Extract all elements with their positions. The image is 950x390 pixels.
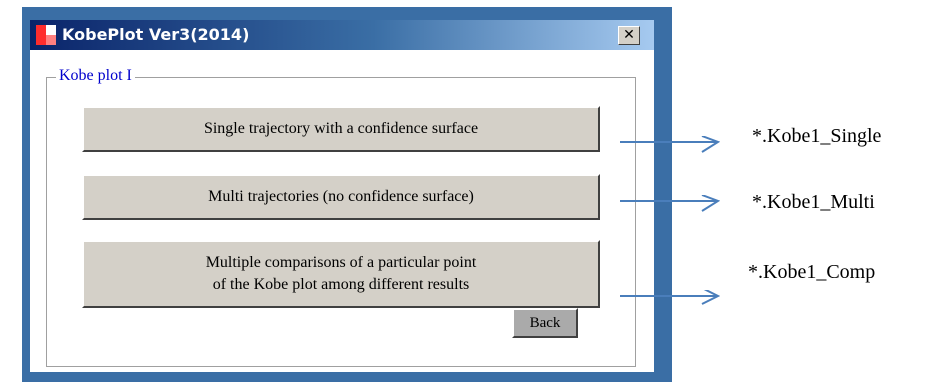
multi-trajectories-button[interactable]: Multi trajectories (no confidence surfac… — [82, 174, 600, 220]
multiple-comparisons-line-1: Multiple comparisons of a particular poi… — [205, 254, 477, 271]
close-icon: ✕ — [623, 27, 635, 43]
back-label: Back — [529, 315, 561, 331]
output-comp-label: *.Kobe1_Comp — [748, 261, 876, 283]
dialog-client-area: Kobe plot I Single trajectory with a con… — [30, 50, 654, 372]
arrow-multi-icon — [620, 195, 720, 212]
multiple-comparisons-line-2: of the Kobe plot among different results — [212, 276, 470, 293]
output-multi-label: *.Kobe1_Multi — [752, 191, 875, 213]
group-label: Kobe plot I — [56, 66, 135, 86]
output-single-label: *.Kobe1_Single — [752, 125, 882, 147]
multiple-comparisons-label: Multiple comparisons of a particular poi… — [206, 252, 477, 296]
single-trajectory-label: Single trajectory with a confidence surf… — [203, 120, 479, 137]
single-trajectory-button[interactable]: Single trajectory with a confidence surf… — [82, 106, 600, 152]
arrow-single-icon — [620, 136, 720, 153]
multiple-comparisons-button[interactable]: Multiple comparisons of a particular poi… — [82, 240, 600, 308]
multi-trajectories-label: Multi trajectories (no confidence surfac… — [208, 188, 474, 205]
back-button[interactable]: Back — [512, 308, 578, 338]
app-icon — [36, 25, 56, 45]
window-title: KobePlot Ver3(2014) — [62, 25, 250, 44]
close-button[interactable]: ✕ — [618, 26, 640, 45]
title-bar[interactable]: KobePlot Ver3(2014) ✕ — [30, 20, 654, 50]
arrow-comp-icon — [620, 290, 720, 305]
